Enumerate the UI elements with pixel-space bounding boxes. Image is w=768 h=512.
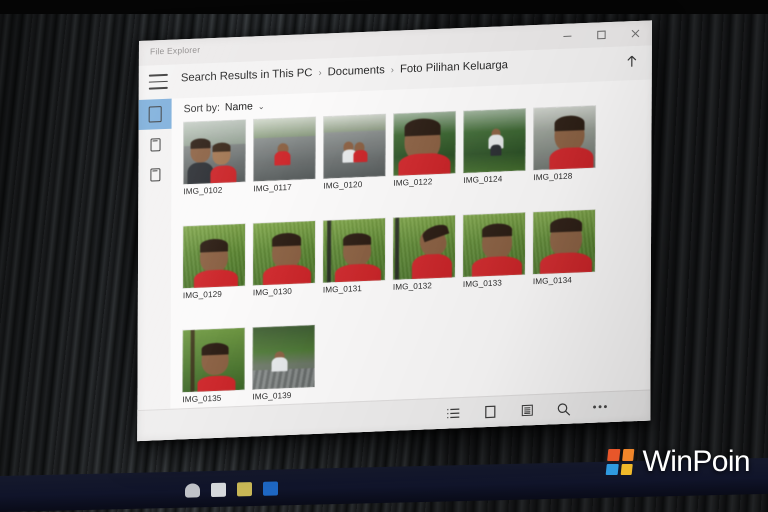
file-name: IMG_0129 [182,289,222,301]
thumbnail[interactable] [323,114,386,179]
taskbar-app-2-icon[interactable] [211,482,226,498]
sort-by-control[interactable]: Sort by: Name ⌄ [184,100,265,115]
thumbnail[interactable] [392,215,456,280]
file-item[interactable]: IMG_0120 [323,114,386,191]
file-item[interactable]: IMG_0130 [252,220,316,298]
file-item[interactable]: IMG_0139 [252,324,315,402]
sidebar-item-storage[interactable] [138,159,171,190]
file-list-area[interactable]: Sort by: Name ⌄ IMG_0102 IMG_0117 IMG_01… [170,79,652,440]
file-item[interactable]: IMG_0129 [182,223,246,301]
file-name: IMG_0117 [253,182,292,194]
winpoin-watermark: WinPoin [606,445,751,479]
up-arrow-icon[interactable] [624,53,640,70]
maximize-button[interactable] [584,22,618,48]
left-rail[interactable] [137,98,172,442]
file-name: IMG_0128 [533,171,573,183]
photo-top-edge [0,0,768,14]
breadcrumb-item-1[interactable]: Documents [328,64,385,78]
thumbnail[interactable] [533,105,596,171]
file-item[interactable]: IMG_0132 [392,215,456,292]
file-name: IMG_0130 [252,286,292,298]
picture-icon [148,106,162,123]
file-name: IMG_0124 [463,174,503,185]
sidebar-item-pictures[interactable] [138,98,172,131]
sort-by-value[interactable]: Name [225,100,253,113]
chevron-down-icon[interactable]: ⌄ [258,101,265,110]
close-button[interactable] [618,20,652,46]
file-name: IMG_0134 [532,275,572,287]
thumbnail[interactable] [462,212,526,277]
file-item[interactable]: IMG_0122 [393,111,456,188]
breadcrumb-item-2[interactable]: Foto Pilihan Keluarga [400,59,508,75]
sidebar-item-device[interactable] [138,129,171,160]
more-button[interactable]: ••• [593,400,609,416]
storage-icon [149,167,160,182]
file-explorer-window[interactable]: File Explorer Search Results in This PC … [137,20,652,442]
search-button[interactable] [556,401,571,417]
file-name: IMG_0120 [323,180,363,191]
taskbar-app-3-icon[interactable] [237,482,252,497]
file-name: IMG_0133 [462,278,502,289]
file-item[interactable]: IMG_0117 [253,116,316,194]
thumbnail[interactable] [183,119,246,185]
file-row-3: IMG_0135 IMG_0139 [182,324,322,405]
taskbar-app-1-icon[interactable] [185,483,200,498]
file-name: IMG_0102 [183,185,223,197]
file-item[interactable]: IMG_0131 [322,218,386,295]
device-icon [150,137,161,152]
file-item[interactable]: IMG_0134 [532,209,596,287]
breadcrumb[interactable]: Search Results in This PC › Documents › … [181,59,508,84]
winpoin-wordmark: WinPoin [642,445,750,478]
file-row-2: IMG_0129 IMG_0130 IMG_0131 IMG_0132 IMG_… [183,209,603,300]
breadcrumb-separator-1: › [390,64,394,76]
file-item[interactable]: IMG_0133 [462,212,526,289]
tiles-view-button[interactable] [482,404,497,420]
file-name: IMG_0135 [182,393,222,405]
thumbnail[interactable] [393,111,456,176]
minimize-button[interactable] [550,23,584,49]
thumbnail[interactable] [322,218,386,283]
file-name: IMG_0139 [252,390,292,402]
file-row-1: IMG_0102 IMG_0117 IMG_0120 IMG_0122 IMG_… [183,105,603,196]
thumbnail[interactable] [532,209,596,275]
file-item[interactable]: IMG_0124 [463,108,526,185]
details-view-button[interactable] [445,406,460,422]
breadcrumb-separator-0: › [318,67,322,79]
taskbar-icon-strip[interactable] [185,467,565,506]
breadcrumb-item-0[interactable]: Search Results in This PC [181,67,313,84]
thumbnail[interactable] [463,108,526,173]
winpoin-logo-icon [606,449,635,475]
taskbar-app-4-icon[interactable] [263,481,278,496]
file-item[interactable]: IMG_0102 [183,119,246,197]
file-item[interactable]: IMG_0135 [182,327,245,405]
hamburger-icon[interactable] [148,73,168,90]
thumbnail[interactable] [182,327,245,393]
thumbnail[interactable] [252,220,316,286]
sort-by-label: Sort by: [183,101,220,116]
thumbnail[interactable] [252,324,315,390]
file-name: IMG_0122 [393,177,433,188]
thumbnail[interactable] [253,116,316,182]
app-title: File Explorer [149,44,201,57]
file-item[interactable]: IMG_0128 [533,105,596,183]
file-name: IMG_0132 [392,281,432,292]
thumbnail[interactable] [182,223,246,289]
list-view-button[interactable] [519,403,534,419]
file-name: IMG_0131 [322,284,362,295]
